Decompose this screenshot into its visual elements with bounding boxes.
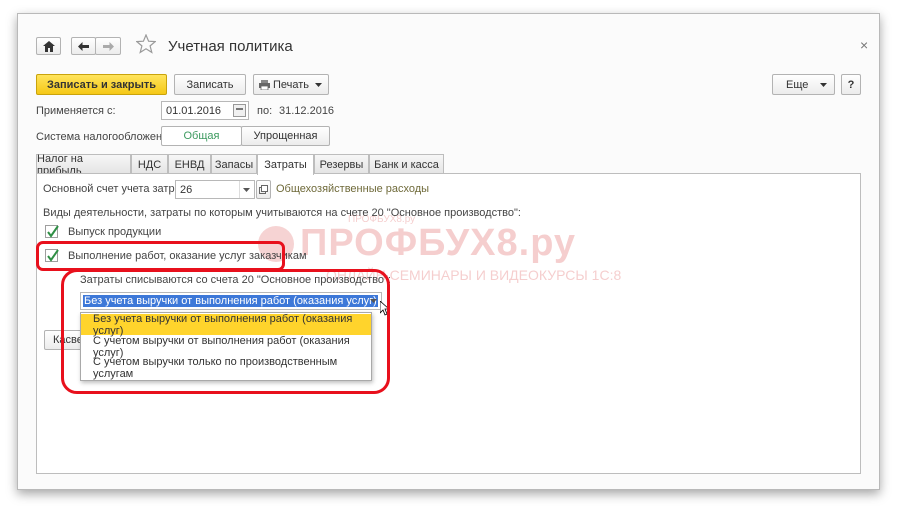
activities-label: Виды деятельности, затраты по которым уч… (43, 207, 521, 219)
checkmark-icon (47, 225, 59, 238)
highlight-writeoff (61, 269, 390, 394)
home-button[interactable] (36, 37, 61, 55)
watermark-brand: ПРОФБУХ8.ру (300, 222, 577, 264)
calendar-icon[interactable] (233, 104, 246, 117)
chevron-down-icon (820, 83, 827, 87)
tab-vat[interactable]: НДС (131, 154, 168, 174)
open-icon (259, 185, 268, 194)
arrow-left-icon (78, 41, 89, 51)
tab-envd[interactable]: ЕНВД (168, 154, 211, 174)
date-from-field[interactable]: 01.01.2016 (161, 101, 249, 120)
tab-bank-cash[interactable]: Банк и касса (369, 154, 444, 174)
main-account-value: 26 (180, 183, 193, 196)
app-window: Учетная политика × Записать и закрыть За… (17, 13, 880, 490)
tab-profit-tax[interactable]: Налог на прибыль (36, 153, 131, 177)
highlight-activity2 (36, 241, 285, 271)
save-and-close-button[interactable]: Записать и закрыть (36, 74, 167, 95)
tax-system-simplified[interactable]: Упрощенная (241, 126, 330, 146)
applies-from-label: Применяется с: (36, 105, 116, 117)
main-account-label: Основной счет учета затрат: (43, 183, 189, 195)
tab-costs[interactable]: Затраты (257, 154, 314, 175)
chevron-down-icon[interactable] (239, 181, 254, 198)
tax-system-general[interactable]: Общая (161, 126, 242, 146)
chevron-down-icon (315, 83, 322, 87)
date-to-value: 31.12.2016 (279, 105, 335, 117)
window-title: Учетная политика (168, 38, 293, 55)
more-button[interactable]: Еще (772, 74, 835, 95)
favorite-star-icon[interactable] (135, 33, 157, 57)
back-button[interactable] (71, 37, 96, 55)
tab-reserves[interactable]: Резервы (314, 154, 369, 174)
date-to-label: по: (257, 105, 273, 117)
help-button[interactable]: ? (841, 74, 861, 95)
close-icon[interactable]: × (860, 37, 868, 53)
home-icon (42, 40, 55, 52)
activity1-label: Выпуск продукции (68, 226, 162, 238)
tax-system-label: Система налогообложения: (36, 131, 178, 143)
printer-icon (259, 79, 270, 90)
main-account-field[interactable]: 26 (175, 180, 255, 199)
more-label: Еще (786, 78, 809, 91)
open-account-button[interactable] (256, 180, 271, 199)
arrow-right-icon (102, 41, 114, 51)
print-label: Печать (273, 78, 310, 91)
forward-button[interactable] (95, 37, 121, 55)
date-from-value: 01.01.2016 (166, 104, 222, 117)
main-account-name[interactable]: Общехозяйственные расходы (276, 183, 429, 195)
tab-inventory[interactable]: Запасы (211, 154, 257, 174)
activity1-checkbox[interactable] (45, 225, 59, 238)
print-button[interactable]: Печать (253, 74, 329, 95)
save-button[interactable]: Записать (174, 74, 246, 95)
